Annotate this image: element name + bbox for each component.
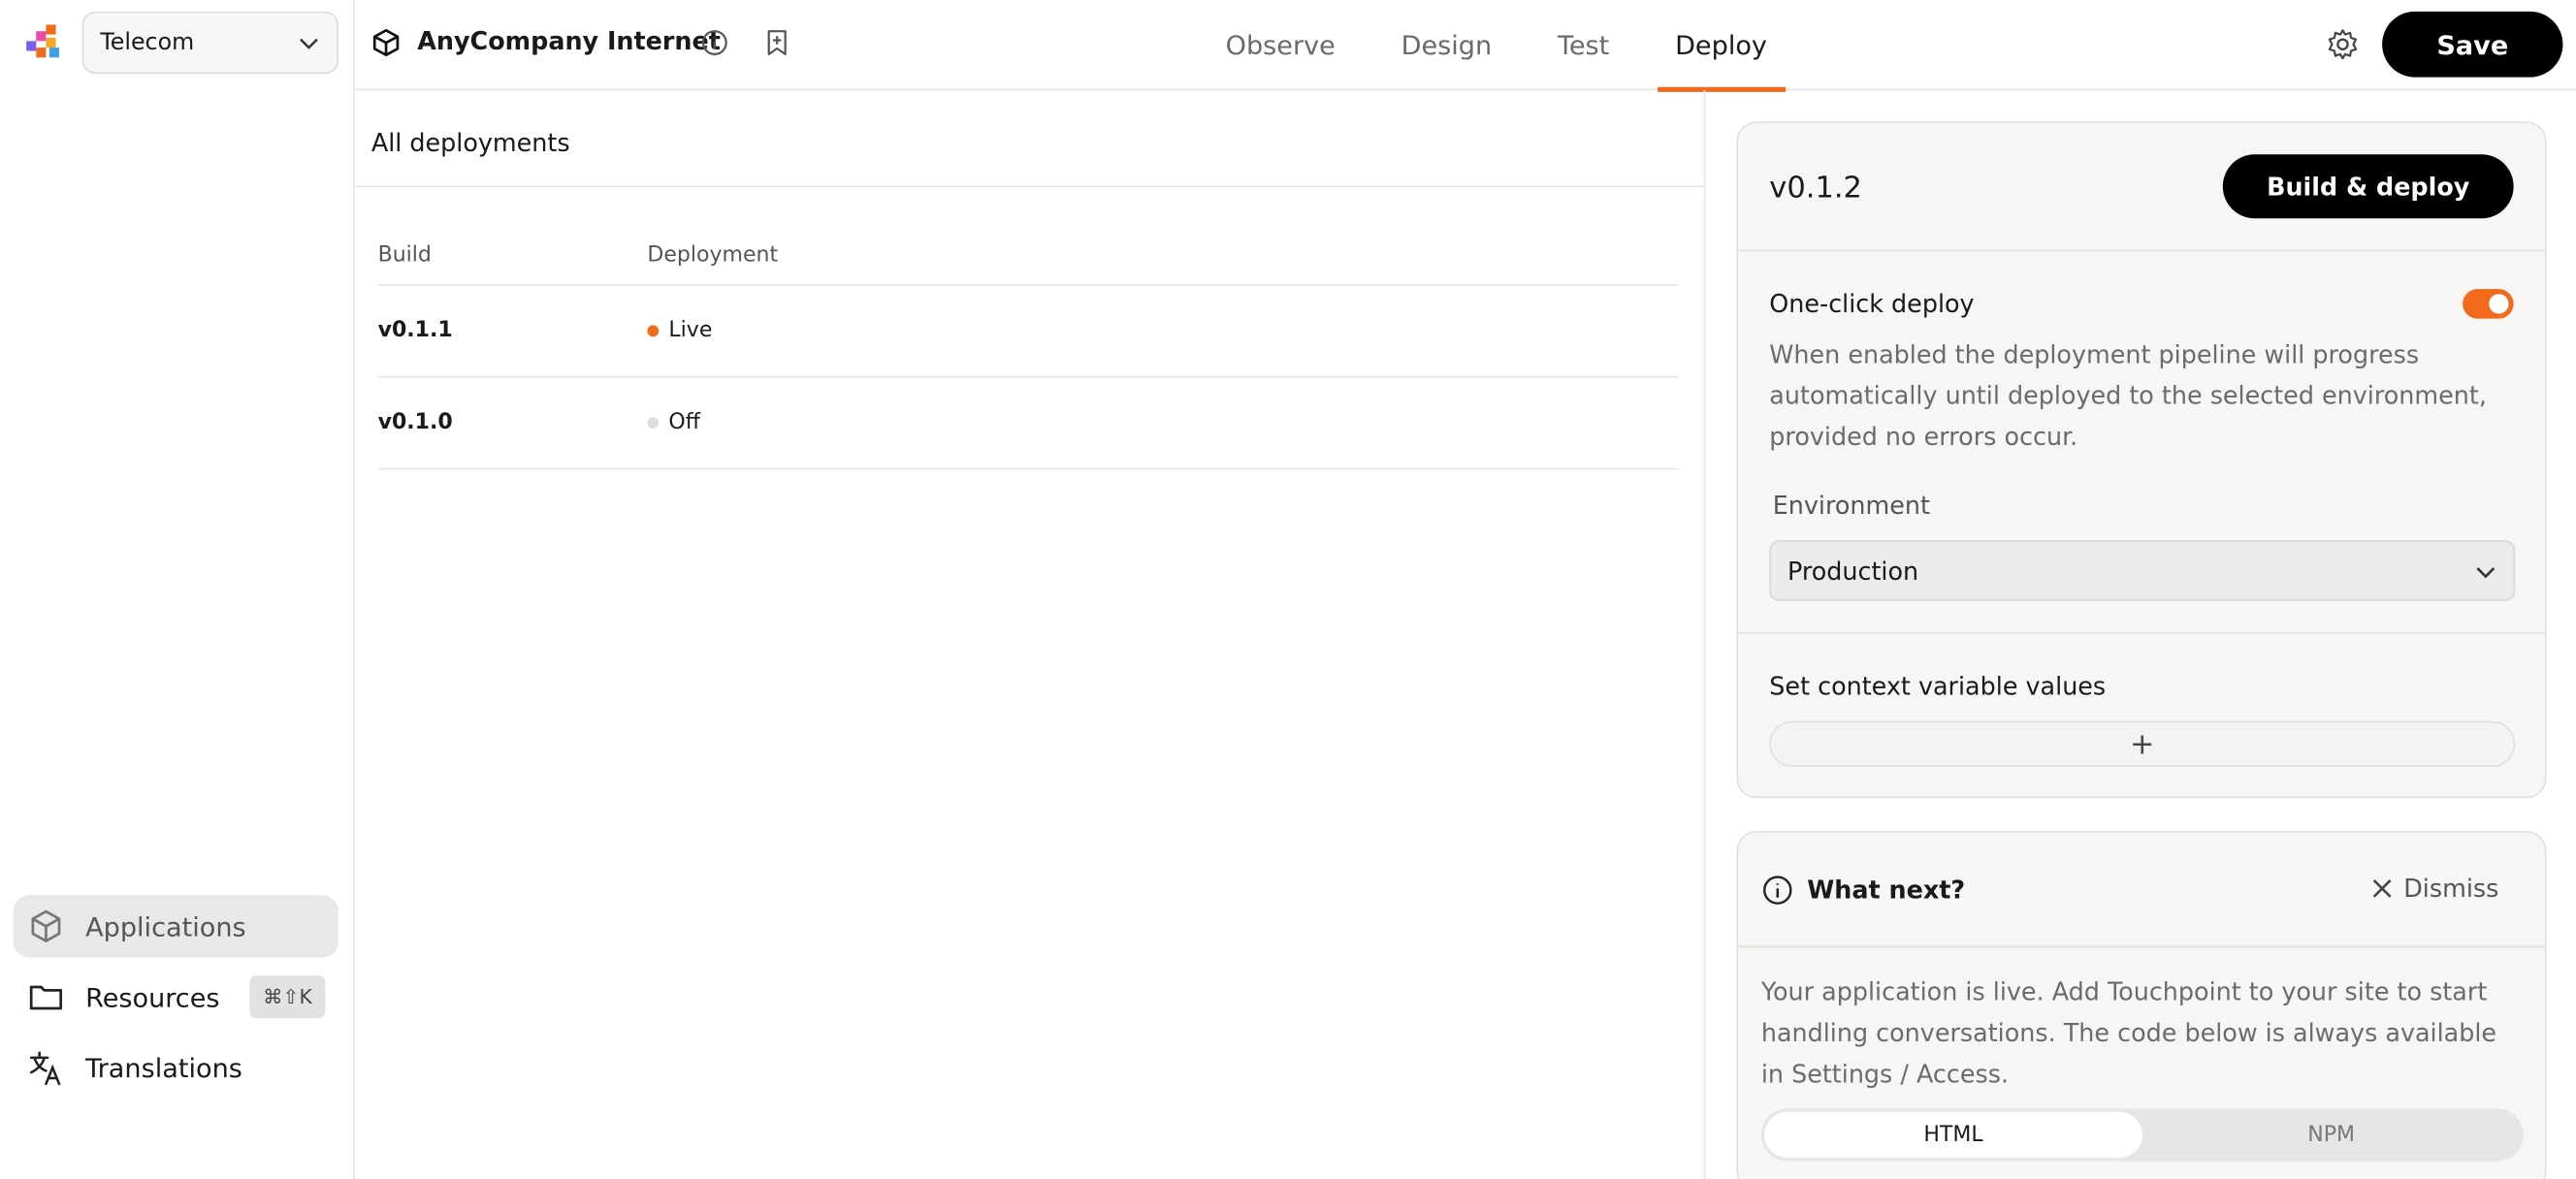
sidebar-item-translations[interactable]: Translations [14,1036,338,1099]
app-root: Telecom Applications Resources ⌘⇧K Trans… [0,0,2576,1179]
build-version: v0.1.1 [377,318,453,344]
tab-design[interactable]: Design [1383,0,1510,90]
segment-npm[interactable]: NPM [2142,1112,2521,1158]
page-title: All deployments [370,128,570,158]
bookmark-add-icon[interactable] [762,28,791,57]
workspace-name: Telecom [100,29,195,56]
table-row[interactable]: v0.1.0 Off [377,378,1680,470]
status-dot-icon [647,325,660,337]
tab-bar: Observe Design Test Deploy [1193,0,1800,92]
status-label: Off [668,410,700,435]
divider [1738,249,2545,252]
folder-icon [26,977,66,1017]
dismiss-button[interactable]: Dismiss [2370,874,2499,904]
close-icon [2372,879,2392,898]
one-click-deploy-description: When enabled the deployment pipeline wil… [1769,339,2487,452]
segment-html[interactable]: HTML [1764,1111,2142,1159]
logo-icon [26,24,59,58]
sidebar-item-resources[interactable]: Resources ⌘⇧K [14,966,338,1028]
cube-icon [372,28,400,57]
build-deploy-button[interactable]: Build & deploy [2222,154,2514,219]
dismiss-label: Dismiss [2403,874,2499,904]
code-format-segmented-control: HTML NPM [1760,1108,2524,1162]
top-header: AnyCompany Internet Observe Design Test … [354,0,2576,92]
chevron-down-icon [300,38,318,49]
what-next-title: What next? [1807,875,1966,906]
build-version: v0.1.0 [377,410,453,435]
cube-icon [26,907,66,946]
translate-icon [26,1048,66,1088]
environment-label: Environment [1772,491,1930,521]
info-icon [1763,876,1792,905]
context-variables-title: Set context variable values [1769,671,2107,702]
what-next-description: Your application is live. Add Touchpoint… [1760,976,2497,1090]
plus-icon: + [2130,726,2155,762]
one-click-deploy-title: One-click deploy [1769,289,1975,319]
divider [1738,945,2545,948]
table-header: Build Deployment [377,225,1680,286]
status-dot-icon [647,417,660,430]
sidebar-item-applications[interactable]: Applications [13,895,338,958]
sidebar-item-label: Resources [85,981,220,1013]
deployments-panel: All deployments Build Deployment v0.1.1 … [354,90,1706,1179]
environment-value: Production [1787,556,1919,586]
status-badge: Live [647,319,712,343]
app-title: AnyCompany Internet [417,26,721,56]
save-button[interactable]: Save [2382,11,2563,78]
sidebar-item-label: Applications [85,910,246,942]
sidebar: Telecom Applications Resources ⌘⇧K Trans… [0,0,355,1179]
gear-icon[interactable] [2327,28,2360,61]
deploy-settings-card: v0.1.2 Build & deploy One-click deploy W… [1736,121,2547,799]
deployments-table: Build Deployment v0.1.1 Live v0.1.0 Off [377,225,1680,470]
divider [1738,632,2545,634]
sidebar-item-label: Translations [85,1051,242,1084]
table-row[interactable]: v0.1.1 Live [377,286,1680,378]
column-header-build: Build [377,241,432,268]
one-click-deploy-toggle[interactable] [2463,289,2514,319]
what-next-card: What next? Dismiss Your application is l… [1736,831,2547,1179]
info-icon[interactable] [700,28,729,57]
chevron-down-icon [2476,566,2496,578]
status-label: Live [668,318,713,344]
tab-observe[interactable]: Observe [1208,0,1353,90]
column-header-deployment: Deployment [647,241,779,268]
divider [354,185,1704,188]
tab-deploy[interactable]: Deploy [1657,0,1786,92]
workspace-selector[interactable]: Telecom [81,11,338,75]
version-label: v0.1.2 [1769,171,1862,206]
environment-select[interactable]: Production [1769,540,2516,601]
status-badge: Off [647,410,700,435]
tab-test[interactable]: Test [1539,0,1627,90]
shortcut-badge: ⌘⇧K [249,975,326,1019]
add-context-variable-button[interactable]: + [1769,720,2516,768]
